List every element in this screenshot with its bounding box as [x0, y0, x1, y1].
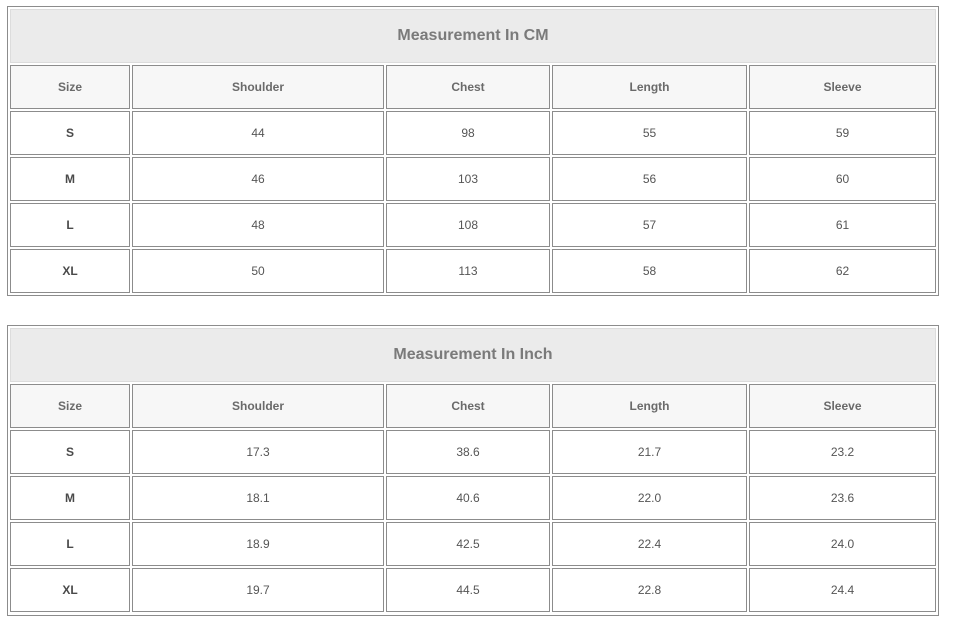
sleeve-cell: 23.6 [749, 476, 936, 520]
length-cell: 58 [552, 249, 747, 293]
table-grid: Size Shoulder Chest Length Sleeve S 17.3… [10, 384, 938, 614]
shoulder-cell: 18.9 [132, 522, 384, 566]
table-row: S 44 98 55 59 [10, 111, 938, 157]
sleeve-cell: 24.4 [749, 568, 936, 612]
sleeve-cell: 60 [749, 157, 936, 201]
size-cell: S [10, 111, 130, 155]
table-header-row: Size Shoulder Chest Length Sleeve [10, 384, 938, 430]
size-cell: S [10, 430, 130, 474]
chest-cell: 103 [386, 157, 550, 201]
table-row: L 18.9 42.5 22.4 24.0 [10, 522, 938, 568]
length-cell: 22.8 [552, 568, 747, 612]
table-row: XL 50 113 58 62 [10, 249, 938, 295]
size-cell: M [10, 476, 130, 520]
header-size: Size [10, 65, 130, 109]
header-shoulder: Shoulder [132, 65, 384, 109]
table-row: S 17.3 38.6 21.7 23.2 [10, 430, 938, 476]
table-row: M 18.1 40.6 22.0 23.6 [10, 476, 938, 522]
shoulder-cell: 46 [132, 157, 384, 201]
chest-cell: 44.5 [386, 568, 550, 612]
table-row: XL 19.7 44.5 22.8 24.4 [10, 568, 938, 614]
sleeve-cell: 23.2 [749, 430, 936, 474]
header-sleeve: Sleeve [749, 65, 936, 109]
chest-cell: 42.5 [386, 522, 550, 566]
chest-cell: 98 [386, 111, 550, 155]
length-cell: 21.7 [552, 430, 747, 474]
header-chest: Chest [386, 65, 550, 109]
header-length: Length [552, 65, 747, 109]
size-cell: L [10, 522, 130, 566]
sleeve-cell: 24.0 [749, 522, 936, 566]
shoulder-cell: 44 [132, 111, 384, 155]
header-sleeve: Sleeve [749, 384, 936, 428]
length-cell: 22.4 [552, 522, 747, 566]
length-cell: 56 [552, 157, 747, 201]
size-cell: XL [10, 568, 130, 612]
shoulder-cell: 19.7 [132, 568, 384, 612]
header-length: Length [552, 384, 747, 428]
size-cell: L [10, 203, 130, 247]
measurement-cm-table: Measurement In CM Size Shoulder Chest Le… [7, 6, 939, 296]
header-shoulder: Shoulder [132, 384, 384, 428]
sleeve-cell: 61 [749, 203, 936, 247]
measurement-inch-table: Measurement In Inch Size Shoulder Chest … [7, 325, 939, 616]
table-row: M 46 103 56 60 [10, 157, 938, 203]
length-cell: 57 [552, 203, 747, 247]
sleeve-cell: 59 [749, 111, 936, 155]
chest-cell: 38.6 [386, 430, 550, 474]
sleeve-cell: 62 [749, 249, 936, 293]
length-cell: 55 [552, 111, 747, 155]
shoulder-cell: 48 [132, 203, 384, 247]
length-cell: 22.0 [552, 476, 747, 520]
table-row: L 48 108 57 61 [10, 203, 938, 249]
shoulder-cell: 50 [132, 249, 384, 293]
table-title: Measurement In CM [10, 9, 936, 63]
size-cell: M [10, 157, 130, 201]
chest-cell: 108 [386, 203, 550, 247]
table-header-row: Size Shoulder Chest Length Sleeve [10, 65, 938, 111]
table-grid: Size Shoulder Chest Length Sleeve S 44 9… [10, 65, 938, 295]
table-title: Measurement In Inch [10, 328, 936, 382]
chest-cell: 40.6 [386, 476, 550, 520]
size-cell: XL [10, 249, 130, 293]
shoulder-cell: 18.1 [132, 476, 384, 520]
chest-cell: 113 [386, 249, 550, 293]
header-size: Size [10, 384, 130, 428]
header-chest: Chest [386, 384, 550, 428]
shoulder-cell: 17.3 [132, 430, 384, 474]
